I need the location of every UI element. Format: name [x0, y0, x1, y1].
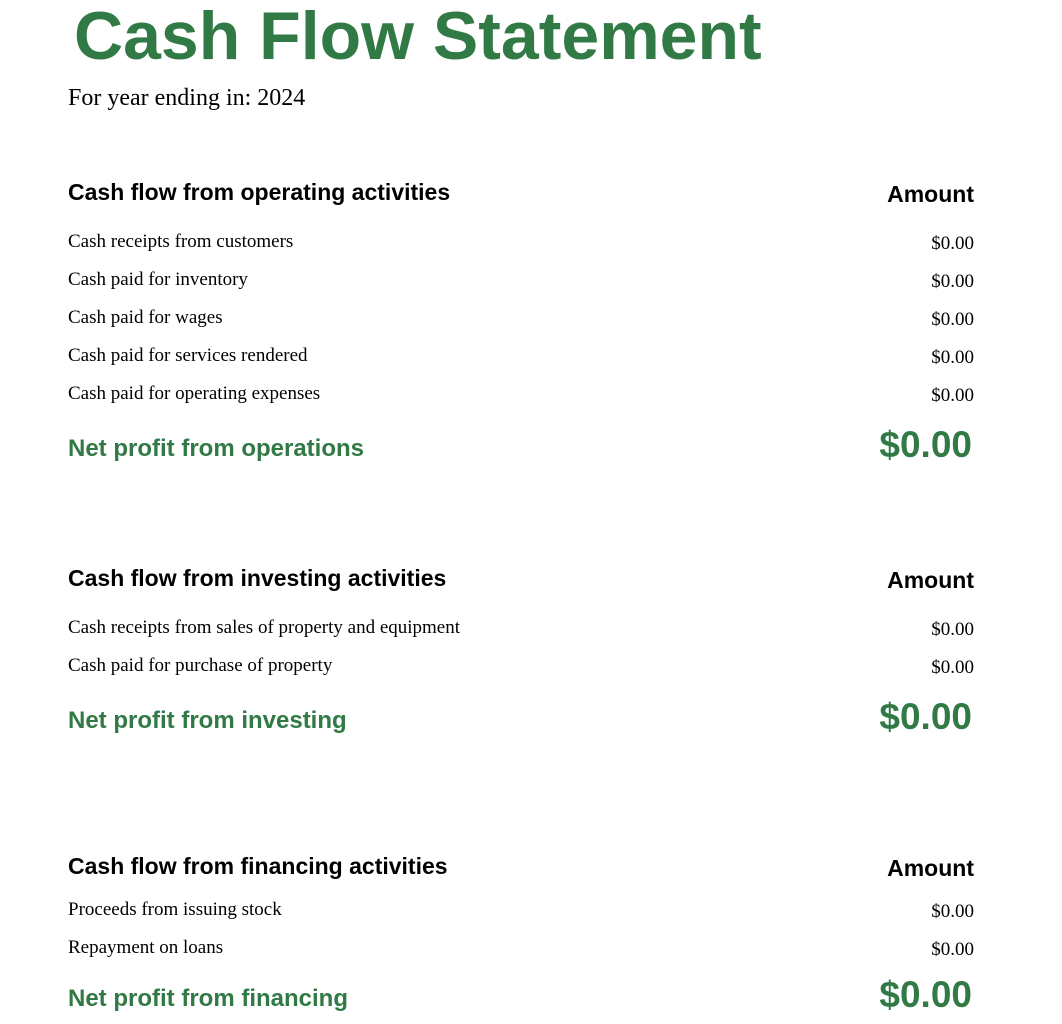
line-item-label: Proceeds from issuing stock: [68, 899, 282, 920]
section-total-row: Net profit from operations $0.00: [68, 424, 974, 472]
section-header: Cash flow from investing activities Amou…: [68, 564, 974, 594]
line-item-row: Cash paid for wages $0.00: [68, 306, 974, 344]
amount-column-header: Amount: [887, 567, 974, 593]
line-item-label: Cash paid for purchase of property: [68, 655, 333, 676]
line-item-value: $0.00: [931, 619, 974, 640]
line-item-row: Cash paid for services rendered $0.00: [68, 344, 974, 382]
line-item-value: $0.00: [931, 901, 974, 922]
line-item-label: Cash paid for wages: [68, 307, 223, 328]
section-header: Cash flow from financing activities Amou…: [68, 852, 974, 882]
section-total-row: Net profit from financing $0.00: [68, 974, 974, 1022]
line-item-row: Cash paid for inventory $0.00: [68, 268, 974, 306]
amount-column-header: Amount: [887, 855, 974, 881]
total-label: Net profit from investing: [68, 707, 347, 734]
line-item-value: $0.00: [931, 309, 974, 330]
section-total-row: Net profit from investing $0.00: [68, 696, 974, 744]
total-label: Net profit from financing: [68, 985, 348, 1012]
line-item-row: Cash paid for operating expenses $0.00: [68, 382, 974, 420]
line-item-row: Repayment on loans $0.00: [68, 936, 974, 974]
line-item-value: $0.00: [931, 271, 974, 292]
line-item-label: Cash paid for services rendered: [68, 345, 308, 366]
line-item-label: Cash paid for inventory: [68, 269, 248, 290]
financing-activities-section: Cash flow from financing activities Amou…: [68, 852, 974, 1022]
line-item-value: $0.00: [931, 939, 974, 960]
total-value: $0.00: [879, 696, 972, 737]
investing-activities-section: Cash flow from investing activities Amou…: [68, 564, 974, 744]
line-item-label: Cash receipts from customers: [68, 231, 294, 252]
line-item-row: Cash receipts from customers $0.00: [68, 230, 974, 268]
line-item-row: Cash paid for purchase of property $0.00: [68, 654, 974, 692]
line-item-value: $0.00: [931, 657, 974, 678]
section-title: Cash flow from operating activities: [68, 179, 451, 205]
line-item-label: Repayment on loans: [68, 937, 224, 958]
section-title: Cash flow from investing activities: [68, 565, 447, 591]
total-label: Net profit from operations: [68, 435, 365, 462]
total-value: $0.00: [879, 424, 972, 465]
total-value: $0.00: [879, 974, 972, 1015]
line-item-value: $0.00: [931, 347, 974, 368]
line-item-label: Cash receipts from sales of property and…: [68, 617, 461, 638]
line-item-label: Cash paid for operating expenses: [68, 383, 321, 404]
document-title: Cash Flow Statement: [74, 0, 762, 74]
line-item-row: Cash receipts from sales of property and…: [68, 616, 974, 654]
section-title: Cash flow from financing activities: [68, 853, 448, 879]
year-ending-label: For year ending in: 2024: [68, 85, 306, 111]
line-item-value: $0.00: [931, 385, 974, 406]
operating-activities-section: Cash flow from operating activities Amou…: [68, 178, 974, 472]
amount-column-header: Amount: [887, 181, 974, 207]
line-item-row: Proceeds from issuing stock $0.00: [68, 898, 974, 936]
section-header: Cash flow from operating activities Amou…: [68, 178, 974, 208]
line-item-value: $0.00: [931, 233, 974, 254]
